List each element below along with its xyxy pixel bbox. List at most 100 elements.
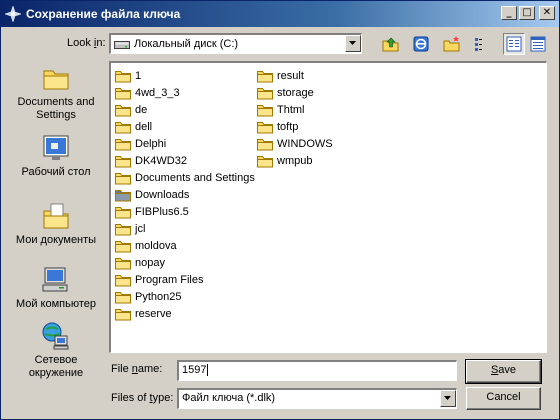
place-label: Мой компьютер: [15, 298, 97, 310]
folder-item[interactable]: reserve: [115, 305, 255, 322]
details-view-button[interactable]: [527, 33, 549, 55]
folder-icon: [115, 274, 131, 286]
place-label: Рабочий стол: [21, 166, 91, 178]
folder-name: de: [135, 103, 148, 116]
place-my-documents[interactable]: Мои документы: [7, 201, 105, 247]
look-in-dropdown-button[interactable]: [345, 35, 361, 52]
local-disk-icon: [114, 41, 130, 49]
file-name-input[interactable]: 1597: [177, 360, 457, 381]
file-type-combobox[interactable]: Файл ключа (*.dlk): [177, 388, 457, 409]
up-one-level-button[interactable]: [380, 33, 402, 55]
window-title: Сохранение файла ключа: [26, 7, 181, 21]
file-name-label-tail: ame:: [137, 363, 163, 375]
place-label: Documents and Settings: [17, 96, 95, 121]
folder-icon: [257, 104, 273, 116]
title-bar[interactable]: Сохранение файла ключа _ □ ✕: [1, 1, 559, 27]
file-column-1: 1 4wd_3_3de dell Delphi DK4WD32 Documents and…: [115, 67, 255, 322]
folder-item[interactable]: 4wd_3_3: [115, 84, 255, 101]
ie-back-icon: [413, 36, 429, 52]
details-icon: [530, 36, 546, 52]
desktop-icon: [43, 135, 69, 160]
folder-icon: [115, 104, 131, 116]
close-button[interactable]: ✕: [539, 6, 555, 20]
folder-item[interactable]: jcl: [115, 220, 255, 237]
folder-name: jcl: [135, 222, 146, 235]
folder-icon: [115, 87, 131, 99]
file-name-value: 1597: [182, 364, 207, 376]
folder-name: WINDOWS: [277, 137, 333, 150]
file-list[interactable]: 1 4wd_3_3de dell Delphi DK4WD32 Documents and…: [109, 61, 547, 353]
list-view-icon: [475, 38, 482, 51]
folder-item[interactable]: DK4WD32: [115, 152, 255, 169]
folder-icon: [115, 70, 131, 82]
file-column-2: result storage Thtml toftp WINDOWS wmpub: [257, 67, 333, 169]
new-folder-button[interactable]: [441, 33, 463, 55]
folder-name: nopay: [135, 256, 165, 269]
folder-icon: [115, 121, 131, 133]
folder-item[interactable]: Program Files: [115, 271, 255, 288]
list-view-button[interactable]: [503, 33, 525, 55]
folder-item[interactable]: Thtml: [257, 101, 333, 118]
file-type-label-tail: ype:: [152, 392, 174, 404]
cancel-button-label: Cancel: [486, 391, 521, 403]
folder-icon: [257, 138, 273, 150]
cancel-button[interactable]: Cancel: [466, 387, 541, 410]
folder-item[interactable]: 1: [115, 67, 255, 84]
folder-icon: [257, 70, 273, 82]
folder-icon: [115, 206, 131, 218]
folder-name: result: [277, 69, 304, 82]
place-my-computer[interactable]: Мой компьютер: [7, 265, 105, 311]
look-in-label-tail: n:: [96, 37, 106, 49]
place-label: Сетевое окружение: [28, 354, 84, 379]
folder-item[interactable]: nopay: [115, 254, 255, 271]
folder-icon: [115, 172, 131, 184]
file-type-dropdown-button[interactable]: [440, 390, 456, 407]
look-in-value: Локальный диск (C:): [134, 38, 239, 50]
chevron-down-icon: [349, 41, 356, 45]
file-name-label-text: File: [111, 363, 132, 375]
save-button-label: ave: [498, 364, 517, 376]
file-type-label: Files of type:: [111, 392, 173, 404]
place-desktop[interactable]: Рабочий стол: [7, 133, 105, 179]
folder-name: Thtml: [277, 103, 305, 116]
folder-name: Downloads: [135, 188, 190, 201]
look-in-label: Look in:: [67, 37, 106, 49]
folder-item[interactable]: moldova: [115, 237, 255, 254]
maximize-button[interactable]: □: [519, 6, 535, 20]
folder-name: wmpub: [277, 154, 313, 167]
folder-item[interactable]: Downloads: [115, 186, 255, 203]
minimize-button[interactable]: _: [501, 6, 517, 20]
place-documents-and-settings[interactable]: Documents and Settings: [7, 63, 105, 122]
place-network[interactable]: Сетевое окружение: [7, 321, 105, 380]
folder-item[interactable]: result: [257, 67, 333, 84]
folder-icon: [257, 155, 273, 167]
file-type-label-text: Files of: [111, 392, 150, 404]
save-button[interactable]: Save: [465, 359, 542, 384]
folder-name: storage: [277, 86, 314, 99]
place-label: Мои документы: [15, 234, 97, 246]
folder-item[interactable]: toftp: [257, 118, 333, 135]
folder-item[interactable]: wmpub: [257, 152, 333, 169]
app-icon: [5, 6, 21, 22]
folder-icon: [115, 138, 131, 150]
folder-item[interactable]: WINDOWS: [257, 135, 333, 152]
folder-item[interactable]: Delphi: [115, 135, 255, 152]
save-key-file-dialog: Сохранение файла ключа _ □ ✕ Look in: Ло…: [0, 0, 560, 420]
back-button[interactable]: [410, 33, 432, 55]
folder-icon: [257, 121, 273, 133]
look-in-combobox[interactable]: Локальный диск (C:): [109, 33, 362, 54]
folder-icon: [115, 155, 131, 167]
view-menu-button[interactable]: [471, 33, 493, 55]
folder-name: toftp: [277, 120, 299, 133]
folder-item[interactable]: de: [115, 101, 255, 118]
folder-item[interactable]: Python25: [115, 288, 255, 305]
folder-item[interactable]: dell: [115, 118, 255, 135]
folder-item[interactable]: FIBPlus6.5: [115, 203, 255, 220]
my-documents-icon: [43, 203, 69, 229]
folder-item[interactable]: Documents and Settings: [115, 169, 255, 186]
folder-icon: [257, 87, 273, 99]
folder-name: Delphi: [135, 137, 167, 150]
chevron-down-icon: [444, 396, 451, 400]
folder-item[interactable]: storage: [257, 84, 333, 101]
folder-icon: [115, 223, 131, 235]
